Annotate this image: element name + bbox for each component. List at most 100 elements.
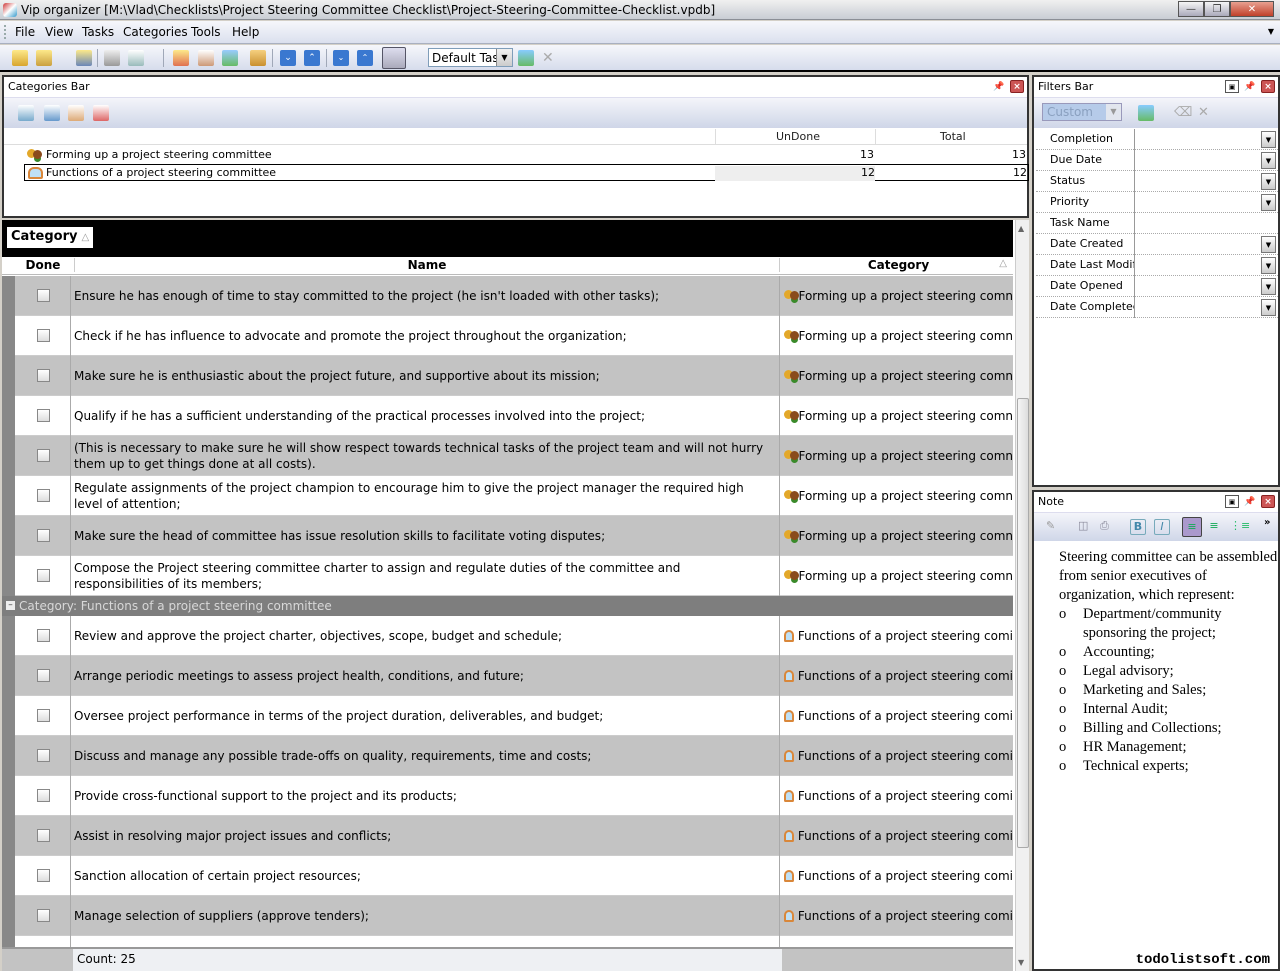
- open-icon[interactable]: [12, 50, 28, 66]
- print-icon[interactable]: ⎙: [1100, 519, 1116, 535]
- delete-filter-icon[interactable]: ✕: [1198, 105, 1214, 121]
- task-category-cell[interactable]: Forming up a project steering comn: [784, 316, 1013, 356]
- restore-panel-icon[interactable]: ▣: [1225, 80, 1239, 93]
- eraser-icon[interactable]: ⌫: [1174, 105, 1192, 121]
- task-category-cell[interactable]: Functions of a project steering comi: [784, 896, 1013, 936]
- task-category-cell[interactable]: Functions of a project steering comi: [784, 856, 1013, 896]
- table-row[interactable]: Regulate assignments of the project cham…: [2, 476, 1013, 516]
- done-checkbox[interactable]: [37, 869, 50, 882]
- done-checkbox[interactable]: [37, 829, 50, 842]
- category-column-header[interactable]: Category: [784, 258, 1013, 272]
- task-name-cell[interactable]: Compose the Project steering committee c…: [74, 556, 780, 596]
- task-category-cell[interactable]: Functions of a project steering comi: [784, 656, 1013, 696]
- filter-row[interactable]: Priority ▼: [1036, 192, 1278, 213]
- handshake-icon[interactable]: [250, 50, 266, 66]
- task-name-cell[interactable]: Sanction allocation of certain project r…: [74, 856, 780, 896]
- done-checkbox[interactable]: [37, 749, 50, 762]
- menu-tasks[interactable]: Tasks: [82, 25, 114, 39]
- close-panel-icon[interactable]: ×: [1010, 80, 1024, 93]
- expand-all-icon[interactable]: ⌄: [333, 50, 349, 66]
- filter-row[interactable]: Status ▼: [1036, 171, 1278, 192]
- chevron-down-icon[interactable]: ▼: [1106, 104, 1121, 120]
- table-row[interactable]: (This is necessary to make sure he will …: [2, 436, 1013, 476]
- task-category-cell[interactable]: Forming up a project steering comn: [784, 476, 1013, 516]
- done-checkbox[interactable]: [37, 529, 50, 542]
- done-checkbox[interactable]: [37, 489, 50, 502]
- task-name-cell[interactable]: Assist in resolving major project issues…: [74, 816, 780, 856]
- task-name-cell[interactable]: Arrange periodic meetings to assess proj…: [74, 656, 780, 696]
- task-name-cell[interactable]: Oversee project performance in terms of …: [74, 696, 780, 736]
- new-icon[interactable]: [36, 50, 52, 66]
- category-item-selected[interactable]: Functions of a project steering committe…: [24, 164, 1029, 181]
- restore-panel-icon[interactable]: ▣: [1225, 495, 1239, 508]
- align-left-icon[interactable]: ≡: [1182, 517, 1202, 537]
- task-category-cell[interactable]: Forming up a project steering comn: [784, 436, 1013, 476]
- collapse-group-icon[interactable]: –: [6, 601, 15, 610]
- task-name-cell[interactable]: Qualify if he has a sufficient understan…: [74, 396, 780, 436]
- task-name-cell[interactable]: Regulate assignments of the project cham…: [74, 476, 780, 516]
- chevron-down-icon[interactable]: ▼: [1261, 278, 1276, 295]
- task-category-cell[interactable]: Forming up a project steering comn: [784, 556, 1013, 596]
- filter-row[interactable]: Task Name: [1036, 213, 1278, 234]
- task-name-cell[interactable]: Provide cross-functional support to the …: [74, 776, 780, 816]
- edit-task-icon[interactable]: [198, 50, 214, 66]
- task-category-cell[interactable]: Forming up a project steering comn: [784, 356, 1013, 396]
- add-category-icon[interactable]: [18, 105, 34, 121]
- edit-category-icon[interactable]: [68, 105, 84, 121]
- table-row[interactable]: Review and approve the project charter, …: [2, 616, 1013, 656]
- chevron-down-icon[interactable]: ▼: [1261, 173, 1276, 190]
- task-name-cell[interactable]: Manage selection of suppliers (approve t…: [74, 896, 780, 936]
- name-column-header[interactable]: Name: [74, 258, 780, 272]
- move-task-icon[interactable]: [222, 50, 238, 66]
- apply-view-icon[interactable]: [518, 50, 534, 66]
- done-checkbox[interactable]: [37, 629, 50, 642]
- filter-row[interactable]: Completion ▼: [1036, 129, 1278, 150]
- close-panel-icon[interactable]: ×: [1261, 495, 1275, 508]
- undone-column-header[interactable]: UnDone: [776, 130, 820, 143]
- close-panel-icon[interactable]: ×: [1261, 80, 1275, 93]
- scroll-thumb[interactable]: [1017, 398, 1029, 848]
- new-task-icon[interactable]: [173, 50, 189, 66]
- filter-row[interactable]: Date Completed ▼: [1036, 297, 1278, 318]
- task-category-cell[interactable]: Functions of a project steering comi: [784, 816, 1013, 856]
- done-checkbox[interactable]: [37, 789, 50, 802]
- bullets-icon[interactable]: ⋮≡: [1230, 519, 1250, 535]
- task-category-cell[interactable]: Functions of a project steering comi: [784, 776, 1013, 816]
- align-center-icon[interactable]: ≡: [1206, 519, 1222, 535]
- table-row[interactable]: Qualify if he has a sufficient understan…: [2, 396, 1013, 436]
- task-name-cell[interactable]: (This is necessary to make sure he will …: [74, 436, 780, 476]
- done-checkbox[interactable]: [37, 709, 50, 722]
- spell-check-icon[interactable]: ✎: [1046, 519, 1062, 535]
- scroll-up-icon[interactable]: ▲: [1018, 224, 1024, 233]
- table-row[interactable]: Check if he has influence to advocate an…: [2, 316, 1013, 356]
- filter-row[interactable]: Due Date ▼: [1036, 150, 1278, 171]
- pin-icon[interactable]: 📌: [1243, 495, 1257, 508]
- expand-icon[interactable]: ⌄: [280, 50, 296, 66]
- done-column-header[interactable]: Done: [15, 258, 71, 272]
- task-category-cell[interactable]: Functions of a project steering comi: [784, 736, 1013, 776]
- task-name-cell[interactable]: Make sure the head of committee has issu…: [74, 516, 780, 556]
- view-combo[interactable]: Default Task ▼: [428, 48, 513, 67]
- add-subcategory-icon[interactable]: [44, 105, 60, 121]
- done-checkbox[interactable]: [37, 449, 50, 462]
- table-row[interactable]: Assist in resolving major project issues…: [2, 816, 1013, 856]
- print-preview-icon[interactable]: [128, 50, 144, 66]
- table-row[interactable]: Sanction allocation of certain project r…: [2, 856, 1013, 896]
- done-checkbox[interactable]: [37, 369, 50, 382]
- filter-preset-combo[interactable]: Custom ▼: [1042, 103, 1122, 121]
- menu-categories[interactable]: Categories: [123, 25, 188, 39]
- close-button[interactable]: ✕: [1230, 1, 1274, 17]
- menu-overflow-icon[interactable]: ▼: [1268, 27, 1274, 36]
- task-category-cell[interactable]: Functions of a project steering comi: [784, 616, 1013, 656]
- pin-icon[interactable]: 📌: [992, 80, 1006, 93]
- chevron-down-icon[interactable]: ▼: [1261, 131, 1276, 148]
- task-category-cell[interactable]: Forming up a project steering comn: [784, 276, 1013, 316]
- overflow-icon[interactable]: »: [1264, 517, 1280, 533]
- done-checkbox[interactable]: [37, 329, 50, 342]
- bold-icon[interactable]: B: [1130, 519, 1146, 535]
- minimize-button[interactable]: —: [1178, 1, 1204, 17]
- filter-icon[interactable]: [382, 47, 406, 69]
- menu-file[interactable]: File: [15, 25, 35, 39]
- pin-icon[interactable]: 📌: [1243, 80, 1257, 93]
- done-checkbox[interactable]: [37, 409, 50, 422]
